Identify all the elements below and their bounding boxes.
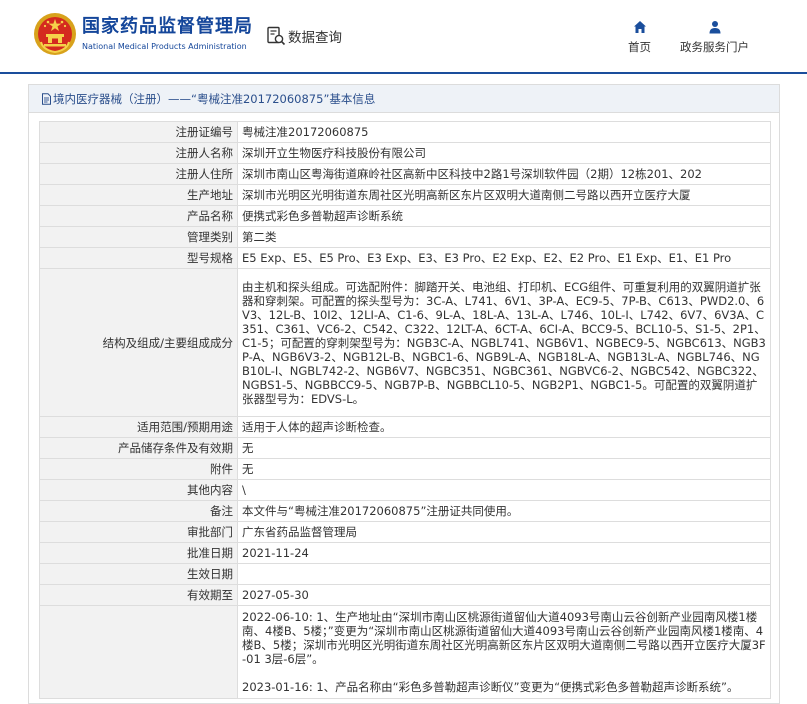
change-history: 2022-06-10: 1、生产地址由“深圳市南山区桃源街道留仙大道4093号南…	[237, 605, 771, 699]
table-row: 审批部门 广东省药品监督管理局	[39, 521, 771, 543]
row-value: 无	[237, 437, 771, 459]
document-icon	[42, 92, 51, 105]
table-row: 管理类别 第二类	[39, 226, 771, 248]
document-search-icon	[267, 26, 286, 46]
row-value: 适用于人体的超声诊断检查。	[237, 416, 771, 438]
table-row: 注册人住所 深圳市南山区粤海街道麻岭社区高新中区科技中2路1号深圳软件园（2期）…	[39, 163, 771, 185]
table-row: 注册人名称 深圳开立生物医疗科技股份有限公司	[39, 142, 771, 164]
row-value: \	[237, 479, 771, 501]
row-label: 管理类别	[39, 226, 238, 248]
table-row: 产品储存条件及有效期 无	[39, 437, 771, 459]
table-row: 生产地址 深圳市光明区光明街道东周社区光明高新区东片区双明大道南侧二号路以西开立…	[39, 184, 771, 206]
table-row: 型号规格 E5 Exp、E5、E5 Pro、E3 Exp、E3、E3 Pro、E…	[39, 247, 771, 269]
row-value: 广东省药品监督管理局	[237, 521, 771, 543]
row-label: 注册人住所	[39, 163, 238, 185]
table-row: 有效期至 2027-05-30	[39, 584, 771, 606]
row-label: 产品名称	[39, 205, 238, 227]
row-value: E5 Exp、E5、E5 Pro、E3 Exp、E3、E3 Pro、E2 Exp…	[237, 247, 771, 269]
row-label: 有效期至	[39, 584, 238, 606]
row-label: 结构及组成/主要组成成分	[39, 268, 238, 417]
table-row: 产品名称 便携式彩色多普勒超声诊断系统	[39, 205, 771, 227]
row-value: 深圳开立生物医疗科技股份有限公司	[237, 142, 771, 164]
row-label: 生效日期	[39, 563, 238, 585]
detail-table: 注册证编号 粤械注准20172060875 注册人名称 深圳开立生物医疗科技股份…	[39, 121, 771, 699]
table-row-changes: 2022-06-10: 1、生产地址由“深圳市南山区桃源街道留仙大道4093号南…	[39, 605, 771, 699]
row-label: 产品储存条件及有效期	[39, 437, 238, 459]
emblem-icon[interactable]	[33, 12, 77, 56]
nav-home-label: 首页	[628, 40, 651, 54]
row-label	[39, 605, 238, 699]
site-header: 国家药品监督管理局 National Medical Products Admi…	[0, 0, 807, 74]
change-entry: 2023-01-16: 1、产品名称由“彩色多普勒超声诊断仪”变更为“便携式彩色…	[242, 680, 739, 694]
brand-name-en: National Medical Products Administration	[82, 42, 247, 51]
table-row: 备注 本文件与“粤械注准20172060875”注册证共同使用。	[39, 500, 771, 522]
row-value: 深圳市南山区粤海街道麻岭社区高新中区科技中2路1号深圳软件园（2期）12栋201…	[237, 163, 771, 185]
row-label: 型号规格	[39, 247, 238, 269]
data-query-link[interactable]: 数据查询	[266, 26, 342, 46]
row-label: 注册人名称	[39, 142, 238, 164]
table-row: 附件 无	[39, 458, 771, 480]
row-value: 本文件与“粤械注准20172060875”注册证共同使用。	[237, 500, 771, 522]
table-row: 生效日期	[39, 563, 771, 585]
table-row: 注册证编号 粤械注准20172060875	[39, 121, 771, 143]
nav-services-label: 政务服务门户	[680, 40, 749, 54]
row-value: 2027-05-30	[237, 584, 771, 606]
row-value: 第二类	[237, 226, 771, 248]
row-label: 适用范围/预期用途	[39, 416, 238, 438]
row-label: 生产地址	[39, 184, 238, 206]
data-query-label: 数据查询	[288, 30, 342, 46]
change-entry: 2022-06-10: 1、生产地址由“深圳市南山区桃源街道留仙大道4093号南…	[242, 610, 766, 666]
row-label: 附件	[39, 458, 238, 480]
row-value: 由主机和探头组成。可选配附件：脚踏开关、电池组、打印机、ECG组件、可重复利用的…	[237, 268, 771, 417]
row-value: 深圳市光明区光明街道东周社区光明高新区东片区双明大道南侧二号路以西开立医疗大厦	[237, 184, 771, 206]
row-label: 批准日期	[39, 542, 238, 564]
panel-title: 境内医疗器械（注册）——“粤械注准20172060875”基本信息	[53, 91, 376, 106]
row-value: 便携式彩色多普勒超声诊断系统	[237, 205, 771, 227]
row-label: 注册证编号	[39, 121, 238, 143]
table-row: 适用范围/预期用途 适用于人体的超声诊断检查。	[39, 416, 771, 438]
row-label: 其他内容	[39, 479, 238, 501]
home-icon	[633, 21, 646, 33]
row-value	[237, 563, 771, 585]
nav-home[interactable]: 首页	[628, 20, 651, 55]
row-value: 2021-11-24	[237, 542, 771, 564]
row-value: 粤械注准20172060875	[237, 121, 771, 143]
user-icon	[709, 21, 720, 34]
table-row: 批准日期 2021-11-24	[39, 542, 771, 564]
table-row: 其他内容 \	[39, 479, 771, 501]
nav-services[interactable]: 政务服务门户	[680, 20, 749, 55]
brand[interactable]: 国家药品监督管理局 National Medical Products Admi…	[82, 15, 253, 53]
brand-name-cn: 国家药品监督管理局	[82, 16, 253, 37]
detail-panel: 境内医疗器械（注册）——“粤械注准20172060875”基本信息 注册证编号 …	[28, 84, 780, 704]
row-value: 无	[237, 458, 771, 480]
panel-header: 境内医疗器械（注册）——“粤械注准20172060875”基本信息	[29, 85, 779, 113]
table-row: 结构及组成/主要组成成分 由主机和探头组成。可选配附件：脚踏开关、电池组、打印机…	[39, 268, 771, 417]
row-label: 审批部门	[39, 521, 238, 543]
row-label: 备注	[39, 500, 238, 522]
